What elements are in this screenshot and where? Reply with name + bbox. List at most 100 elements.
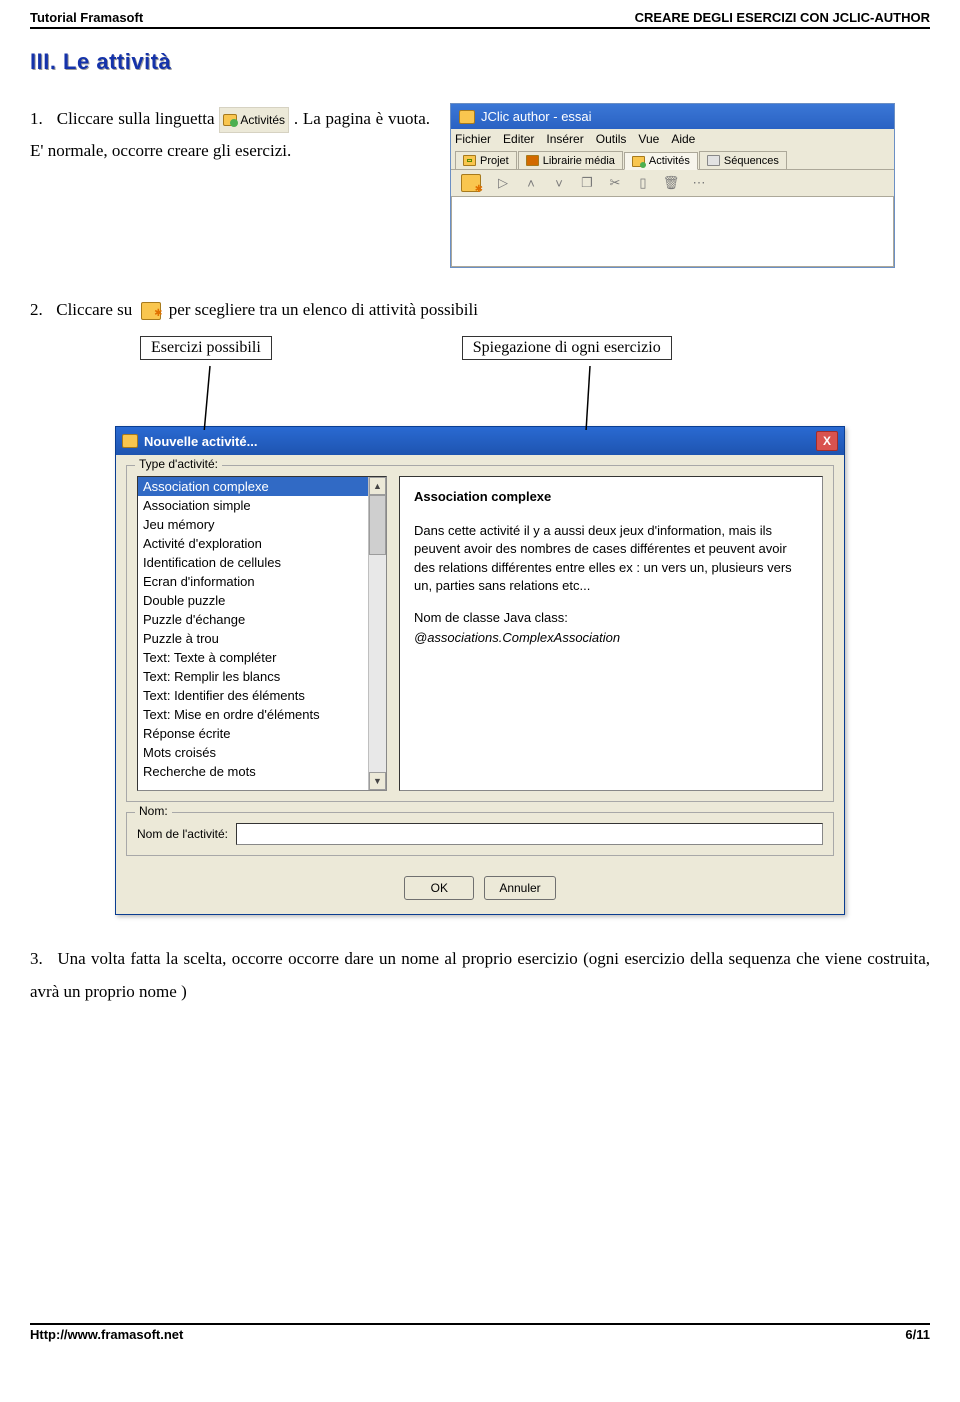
activites-tab-icon: Activités: [219, 107, 289, 134]
type-legend: Type d'activité:: [135, 457, 222, 471]
list-item[interactable]: Mots croisés: [138, 743, 368, 762]
tab-activites[interactable]: Activités: [624, 152, 698, 170]
jclic-window: JClic author - essai Fichier Editer Insé…: [450, 103, 895, 268]
new-activity-inline-icon: [141, 302, 161, 320]
menu-inserer[interactable]: Insérer: [546, 132, 583, 146]
play-icon[interactable]: ▷: [493, 174, 513, 192]
step1-before: Cliccare sulla linguetta: [57, 109, 215, 128]
page-header: Tutorial Framasoft CREARE DEGLI ESERCIZI…: [30, 10, 930, 29]
list-item[interactable]: Activité d'exploration: [138, 534, 368, 553]
down-icon[interactable]: ˅: [549, 174, 569, 192]
step2-after: per scegliere tra un elenco di attività …: [169, 300, 478, 319]
list-item[interactable]: Double puzzle: [138, 591, 368, 610]
list-item[interactable]: Text: Mise en ordre d'éléments: [138, 705, 368, 724]
copy-icon[interactable]: ❐: [577, 174, 597, 192]
header-left: Tutorial Framasoft: [30, 10, 143, 25]
step3-text: 3. Una volta fatta la scelta, occorre oc…: [30, 943, 930, 1008]
menubar: Fichier Editer Insérer Outils Vue Aide: [451, 129, 894, 149]
props-icon[interactable]: ⋯: [689, 174, 709, 192]
list-item[interactable]: Association simple: [138, 496, 368, 515]
list-item[interactable]: Ecran d'information: [138, 572, 368, 591]
list-item[interactable]: Text: Identifier des éléments: [138, 686, 368, 705]
tab-activites-label: Activités: [649, 155, 690, 167]
arrow-lines: [30, 360, 930, 430]
tab-projet[interactable]: Projet: [455, 151, 517, 169]
activites-label: Activités: [240, 109, 285, 132]
list-item[interactable]: Text: Remplir les blancs: [138, 667, 368, 686]
new-activity-icon[interactable]: [461, 174, 481, 192]
list-item[interactable]: Réponse écrite: [138, 724, 368, 743]
list-item[interactable]: Text: Texte à compléter: [138, 648, 368, 667]
menu-aide[interactable]: Aide: [671, 132, 695, 146]
projet-icon: [463, 155, 476, 166]
paste-icon[interactable]: ▯: [633, 174, 653, 192]
tab-sequences-label: Séquences: [724, 155, 779, 167]
app-icon: [459, 110, 475, 124]
desc-classlabel: Nom de classe Java class:: [414, 609, 808, 627]
nom-label: Nom de l'activité:: [137, 827, 228, 841]
scroll-up-icon[interactable]: ▲: [369, 477, 386, 495]
desc-paragraph: Dans cette activité il y a aussi deux je…: [414, 522, 808, 595]
ok-button[interactable]: OK: [404, 876, 474, 900]
scroll-down-icon[interactable]: ▼: [369, 772, 386, 790]
activity-type-list[interactable]: Association complexe Association simple …: [137, 476, 387, 791]
close-button[interactable]: X: [816, 431, 838, 451]
delete-icon[interactable]: 🗑: [661, 174, 681, 192]
menu-fichier[interactable]: Fichier: [455, 132, 491, 146]
desc-title: Association complexe: [414, 489, 808, 504]
librairie-icon: [526, 155, 539, 166]
jclic-title: JClic author - essai: [481, 109, 592, 124]
step2-before: Cliccare su: [56, 300, 132, 319]
list-item[interactable]: Recherche de mots: [138, 762, 368, 781]
step1-num: 1.: [30, 103, 52, 135]
list-item[interactable]: Jeu mémory: [138, 515, 368, 534]
tab-librairie[interactable]: Librairie média: [518, 151, 623, 169]
step3-num: 3.: [30, 943, 52, 975]
up-icon[interactable]: ˄: [521, 174, 541, 192]
callout-exercises: Esercizi possibili: [140, 336, 272, 360]
menu-vue[interactable]: Vue: [638, 132, 659, 146]
list-item[interactable]: Association complexe: [138, 477, 368, 496]
callouts: Esercizi possibili Spiegazione di ogni e…: [140, 336, 930, 360]
tab-projet-label: Projet: [480, 155, 509, 167]
cut-icon[interactable]: ✂: [605, 174, 625, 192]
footer-right: 6/11: [905, 1327, 930, 1342]
list-item[interactable]: Puzzle à trou: [138, 629, 368, 648]
dialog-buttons: OK Annuler: [116, 866, 844, 914]
menu-editer[interactable]: Editer: [503, 132, 534, 146]
step1-text: 1. Cliccare sulla linguetta Activités . …: [30, 103, 430, 168]
nom-group: Nom: Nom de l'activité:: [126, 812, 834, 856]
activity-name-input[interactable]: [236, 823, 823, 845]
ok-label: OK: [431, 881, 448, 895]
callout-explanation: Spiegazione di ogni esercizio: [462, 336, 672, 360]
activity-canvas: [451, 197, 894, 267]
description-panel: Association complexe Dans cette activité…: [399, 476, 823, 791]
sequences-icon: [707, 155, 720, 166]
tabs-row: Projet Librairie média Activités Séquenc…: [451, 149, 894, 170]
type-group: Type d'activité: Association complexe As…: [126, 465, 834, 802]
list-item[interactable]: Identification de cellules: [138, 553, 368, 572]
scroll-thumb[interactable]: [369, 495, 386, 555]
header-right: CREARE DEGLI ESERCIZI CON JCLIC-AUTHOR: [635, 10, 930, 25]
step2-num: 2.: [30, 294, 52, 326]
cancel-button[interactable]: Annuler: [484, 876, 555, 900]
step2-text: 2. Cliccare su per scegliere tra un elen…: [30, 294, 930, 326]
section-title: III. Le attività: [30, 49, 930, 75]
nom-legend: Nom:: [135, 804, 172, 818]
dialog-titlebar: Nouvelle activité... X: [116, 427, 844, 455]
tab-sequences[interactable]: Séquences: [699, 151, 787, 169]
list-scrollbar[interactable]: ▲ ▼: [368, 477, 386, 790]
activites-icon: [632, 156, 645, 167]
cancel-label: Annuler: [499, 881, 540, 895]
tab-librairie-label: Librairie média: [543, 155, 615, 167]
list-item[interactable]: Puzzle d'échange: [138, 610, 368, 629]
footer-left: Http://www.framasoft.net: [30, 1327, 183, 1342]
step3-body: Una volta fatta la scelta, occorre occor…: [30, 949, 930, 1000]
toolbar: ▷ ˄ ˅ ❐ ✂ ▯ 🗑 ⋯: [451, 170, 894, 197]
dialog-app-icon: [122, 434, 138, 448]
jclic-titlebar: JClic author - essai: [451, 104, 894, 129]
close-icon: X: [823, 434, 831, 448]
page-footer: Http://www.framasoft.net 6/11: [30, 1323, 930, 1342]
dialog-title: Nouvelle activité...: [144, 434, 257, 449]
menu-outils[interactable]: Outils: [596, 132, 627, 146]
